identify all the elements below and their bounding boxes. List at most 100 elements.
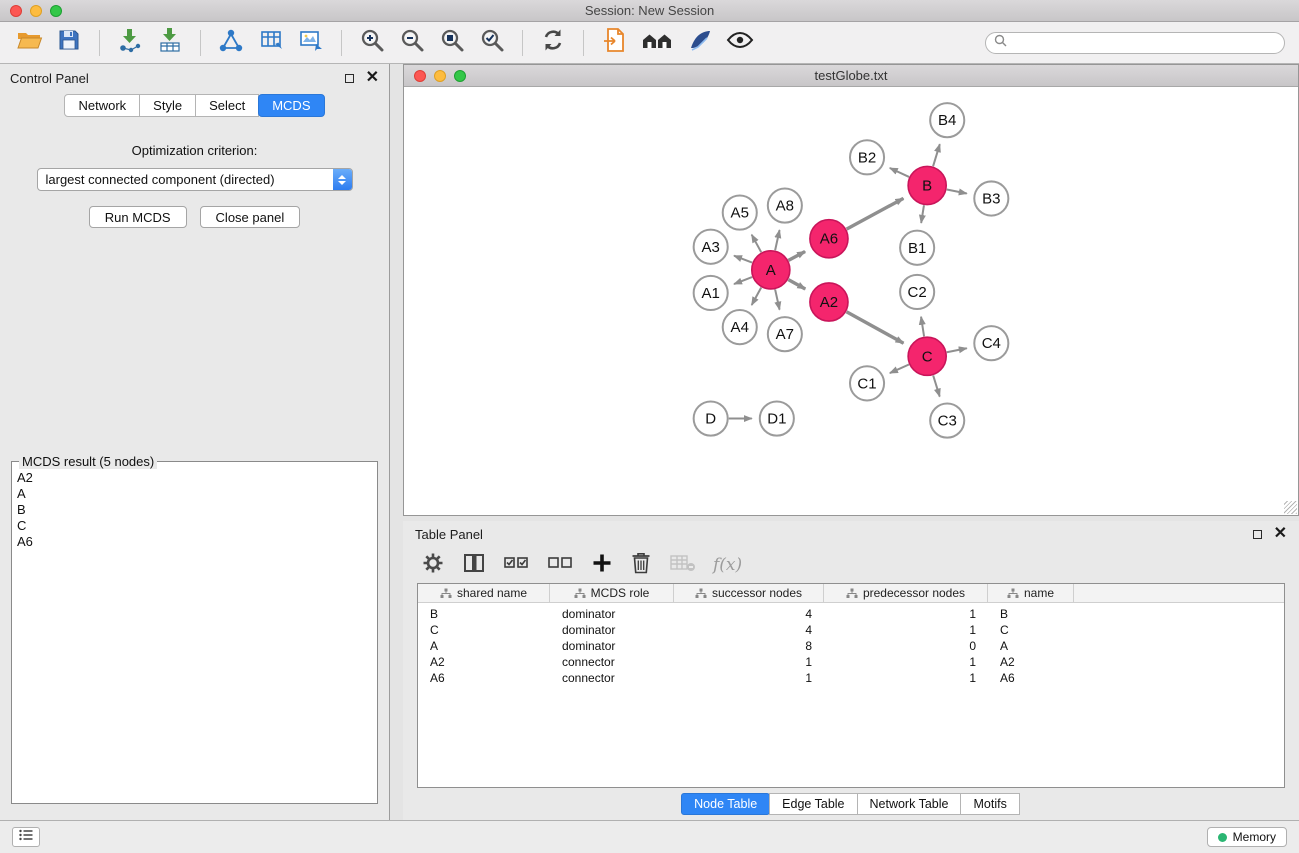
column-header-name[interactable]: name <box>988 584 1074 602</box>
task-history-button[interactable] <box>12 827 40 847</box>
table-row[interactable]: Bdominator41B <box>418 606 1284 622</box>
import-table-button[interactable] <box>151 27 189 59</box>
validate-button[interactable] <box>681 27 719 59</box>
delete-column-icon[interactable] <box>630 551 652 580</box>
tab-network-table[interactable]: Network Table <box>857 793 962 815</box>
mcds-result-item[interactable]: C <box>17 518 372 534</box>
graph-node-A3[interactable]: A3 <box>694 230 728 264</box>
graph-node-A7[interactable]: A7 <box>768 317 802 351</box>
toggle-view-button[interactable] <box>721 27 759 59</box>
zoom-window-button[interactable] <box>50 5 62 17</box>
import-network-button[interactable] <box>111 27 149 59</box>
zoom-out-button[interactable] <box>393 27 431 59</box>
export-image-button[interactable] <box>292 27 330 59</box>
table-row[interactable]: Adominator80A <box>418 638 1284 654</box>
graph-node-C3[interactable]: C3 <box>930 403 964 437</box>
graph-edge-A-A8[interactable] <box>775 230 779 250</box>
graph-edge-B-B4[interactable] <box>933 144 940 166</box>
window-titlebar[interactable]: Session: New Session <box>0 0 1299 22</box>
network-minimize-button[interactable] <box>434 70 446 82</box>
graph-node-A4[interactable]: A4 <box>723 310 757 344</box>
zoom-in-button[interactable] <box>353 27 391 59</box>
column-header-shared-name[interactable]: shared name <box>418 584 550 602</box>
save-session-button[interactable] <box>50 27 88 59</box>
graph-edge-A-A6[interactable] <box>788 251 805 260</box>
select-all-rows-icon[interactable] <box>503 553 530 578</box>
graph-node-D1[interactable]: D1 <box>760 401 794 435</box>
graph-node-C1[interactable]: C1 <box>850 366 884 400</box>
graph-node-B4[interactable]: B4 <box>930 103 964 137</box>
tab-style[interactable]: Style <box>139 94 196 117</box>
optimization-select[interactable]: largest connected component (directed) <box>37 168 353 191</box>
graph-edge-C-C4[interactable] <box>947 348 967 352</box>
network-graph[interactable]: B4B2BB3A8A5A6A3B1AC2A1A2A4A7C4CC1DD1C3 <box>404 87 1298 515</box>
graph-edge-A6-B[interactable] <box>847 198 904 229</box>
float-table-panel-icon[interactable] <box>1253 530 1262 539</box>
graph-node-A[interactable]: A <box>752 251 790 289</box>
graph-node-B2[interactable]: B2 <box>850 140 884 174</box>
gear-icon[interactable] <box>421 551 445 580</box>
graph-node-A6[interactable]: A6 <box>810 220 848 258</box>
mcds-result-item[interactable]: A <box>17 486 372 502</box>
zoom-fit-button[interactable] <box>433 27 471 59</box>
graph-node-B1[interactable]: B1 <box>900 231 934 265</box>
tab-node-table[interactable]: Node Table <box>681 793 770 815</box>
graph-edge-B-B3[interactable] <box>947 189 967 193</box>
open-session-button[interactable] <box>10 27 48 59</box>
graph-node-C4[interactable]: C4 <box>974 326 1008 360</box>
graph-node-C[interactable]: C <box>908 337 946 375</box>
tab-motifs[interactable]: Motifs <box>960 793 1019 815</box>
table-row[interactable]: A6connector11A6 <box>418 670 1284 686</box>
search-input[interactable] <box>1013 36 1276 50</box>
float-panel-icon[interactable] <box>345 74 354 83</box>
graph-edge-C-C2[interactable] <box>921 317 924 337</box>
network-canvas[interactable]: B4B2BB3A8A5A6A3B1AC2A1A2A4A7C4CC1DD1C3 <box>404 87 1298 515</box>
graph-edge-C-C3[interactable] <box>933 375 940 396</box>
tab-network[interactable]: Network <box>64 94 140 117</box>
tab-select[interactable]: Select <box>195 94 259 117</box>
graph-node-C2[interactable]: C2 <box>900 275 934 309</box>
close-panel-icon[interactable]: ✕ <box>366 70 379 86</box>
graph-edge-A-A2[interactable] <box>788 280 805 289</box>
mcds-result-item[interactable]: A6 <box>17 534 372 550</box>
apply-layout-button[interactable] <box>534 27 572 59</box>
new-network-button[interactable] <box>212 27 250 59</box>
graph-node-D[interactable]: D <box>694 401 728 435</box>
close-window-button[interactable] <box>10 5 22 17</box>
column-header-mcds-role[interactable]: MCDS role <box>550 584 674 602</box>
network-window-titlebar[interactable]: testGlobe.txt <box>404 65 1298 87</box>
graph-node-A8[interactable]: A8 <box>768 188 802 222</box>
graph-edge-B-B2[interactable] <box>890 168 909 177</box>
graph-node-A5[interactable]: A5 <box>723 196 757 230</box>
network-close-button[interactable] <box>414 70 426 82</box>
zoom-selected-button[interactable] <box>473 27 511 59</box>
mcds-result-item[interactable]: B <box>17 502 372 518</box>
graph-edge-A-A7[interactable] <box>775 289 779 309</box>
add-table-button[interactable] <box>252 27 290 59</box>
graph-edge-A-A4[interactable] <box>752 288 762 305</box>
close-table-panel-icon[interactable]: ✕ <box>1274 526 1287 542</box>
column-header-successor-nodes[interactable]: successor nodes <box>674 584 824 602</box>
deselect-all-rows-icon[interactable] <box>547 553 574 578</box>
run-mcds-button[interactable]: Run MCDS <box>89 206 187 228</box>
graph-edge-C-C1[interactable] <box>890 364 909 373</box>
minimize-window-button[interactable] <box>30 5 42 17</box>
add-column-icon[interactable] <box>591 552 613 579</box>
tab-edge-table[interactable]: Edge Table <box>769 793 857 815</box>
memory-button[interactable]: Memory <box>1207 827 1287 847</box>
column-header-predecessor-nodes[interactable]: predecessor nodes <box>824 584 988 602</box>
graph-edge-A-A3[interactable] <box>734 256 752 263</box>
graph-edge-B-B1[interactable] <box>921 205 924 223</box>
graph-node-A1[interactable]: A1 <box>694 276 728 310</box>
network-zoom-button[interactable] <box>454 70 466 82</box>
select-column-icon[interactable] <box>462 551 486 580</box>
graph-edge-A-A5[interactable] <box>752 235 762 252</box>
table-row[interactable]: Cdominator41C <box>418 622 1284 638</box>
tab-mcds[interactable]: MCDS <box>258 94 324 117</box>
graph-node-B[interactable]: B <box>908 166 946 204</box>
close-panel-button[interactable]: Close panel <box>200 206 301 228</box>
home-button[interactable] <box>635 27 679 59</box>
graph-node-B3[interactable]: B3 <box>974 181 1008 215</box>
graph-edge-A-A1[interactable] <box>734 277 752 284</box>
graph-edge-A2-C[interactable] <box>846 312 903 343</box>
